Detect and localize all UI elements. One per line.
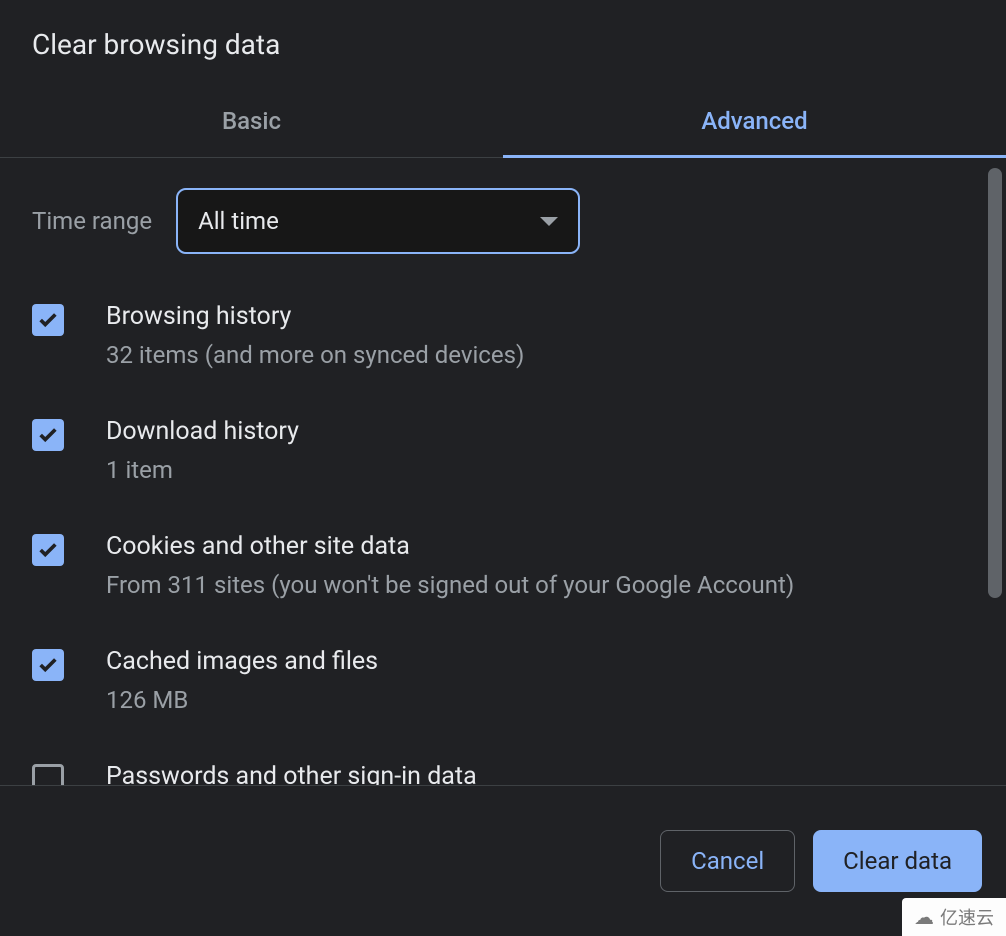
item-title: Cached images and files [106,647,378,676]
watermark: ☁ 亿速云 [902,898,1006,936]
clear-browsing-data-dialog: Clear browsing data Basic Advanced Time … [0,0,1006,936]
item-cached: Cached images and files 126 MB [32,647,974,714]
dialog-title: Clear browsing data [0,0,1006,85]
checkmark-icon [37,424,59,446]
item-title: Browsing history [106,302,524,331]
cloud-icon: ☁ [914,905,934,929]
checkmark-icon [37,539,59,561]
item-text: Cached images and files 126 MB [106,647,378,714]
item-browsing-history: Browsing history 32 items (and more on s… [32,302,974,369]
checkmark-icon [37,309,59,331]
time-range-select[interactable]: All time [176,188,580,254]
scroll-content: Time range All time Browsing history 32 … [0,158,1006,785]
time-range-value: All time [198,207,279,235]
time-range-label: Time range [32,207,152,235]
scrollbar-thumb[interactable] [988,168,1002,598]
dialog-footer: Cancel Clear data [0,785,1006,936]
tab-advanced[interactable]: Advanced [503,85,1006,158]
item-passwords: Passwords and other sign-in data 8 passw… [32,762,974,785]
item-subtitle: 1 item [106,456,299,484]
scrollbar-track[interactable] [988,168,1002,785]
chevron-down-icon [540,217,558,226]
checkbox-passwords[interactable] [32,764,64,785]
checkbox-cached[interactable] [32,649,64,681]
checkbox-download-history[interactable] [32,419,64,451]
cancel-button[interactable]: Cancel [660,830,795,892]
scroll-area: Time range All time Browsing history 32 … [0,158,1006,785]
checkmark-icon [37,654,59,676]
item-title: Passwords and other sign-in data [106,762,746,785]
item-subtitle: 126 MB [106,686,378,714]
tabs: Basic Advanced [0,85,1006,158]
item-text: Browsing history 32 items (and more on s… [106,302,524,369]
item-subtitle: From 311 sites (you won't be signed out … [106,571,794,599]
watermark-text: 亿速云 [940,904,994,930]
clear-data-button[interactable]: Clear data [813,830,982,892]
item-title: Download history [106,417,299,446]
item-download-history: Download history 1 item [32,417,974,484]
time-range-row: Time range All time [32,188,974,254]
item-text: Cookies and other site data From 311 sit… [106,532,794,599]
clear-items-list: Browsing history 32 items (and more on s… [32,302,974,785]
item-cookies: Cookies and other site data From 311 sit… [32,532,974,599]
checkbox-browsing-history[interactable] [32,304,64,336]
checkbox-cookies[interactable] [32,534,64,566]
item-text: Passwords and other sign-in data 8 passw… [106,762,746,785]
item-title: Cookies and other site data [106,532,794,561]
item-subtitle: 32 items (and more on synced devices) [106,341,524,369]
item-text: Download history 1 item [106,417,299,484]
tab-basic[interactable]: Basic [0,85,503,157]
